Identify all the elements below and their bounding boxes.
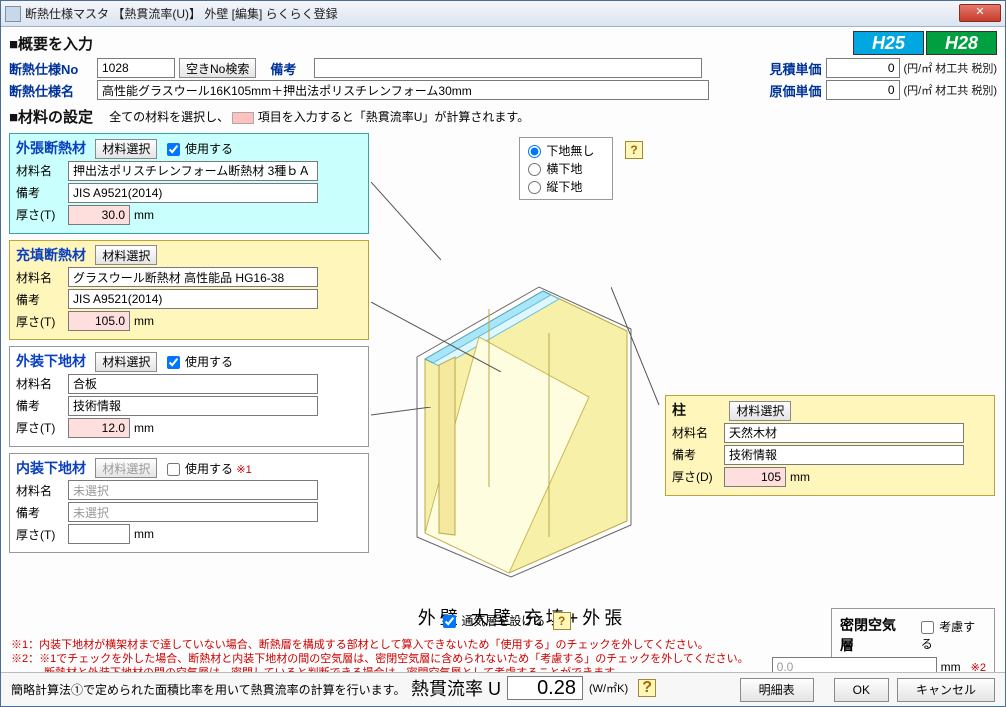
ext-use-checkbox[interactable]: 使用する [167,142,233,156]
pillar-name-input[interactable] [724,423,964,443]
spec-name-label: 断熱仕様名 [9,81,93,100]
radio-horiz[interactable]: 横下地 [528,160,604,177]
overview-heading: ■概要を入力 [9,33,997,54]
fill-remark-input[interactable] [68,289,318,309]
airseal-title: 密閉空気層 [840,615,909,655]
radio-vert[interactable]: 縦下地 [528,178,604,195]
pillar-panel: 柱 材料選択 材料名 備考 厚さ(D) mm [665,395,995,496]
u-unit: (W/㎡K) [589,680,628,696]
calc-note: 簡略計算法①で定められた面積比率を用いて熱貫流率の計算を行います。 [11,681,405,698]
u-value: 0.28 [507,676,583,700]
price-unit: (円/㎡ 材工共 税別) [904,60,998,76]
ventilation-row: 通気層を設ける ? [443,612,571,630]
fill-thick-input[interactable] [68,311,130,331]
spec-no-label: 断熱仕様No [9,59,93,78]
materials-hint: 全ての材料を選択し、 項目を入力すると「熱貫流率U」が計算されます。 [109,108,529,125]
pillar-material-select-button[interactable]: 材料選択 [729,401,791,421]
fill-title: 充填断熱材 [16,245,86,265]
extbase-title: 外装下地材 [16,351,86,371]
pillar-remark-input[interactable] [724,445,964,465]
remarks-input[interactable] [314,58,702,78]
intbase-material-select-button: 材料選択 [95,458,157,478]
intbase-use-checkbox[interactable]: 使用する ※1 [167,462,252,476]
spec-no-input[interactable] [97,58,175,78]
u-label: 熱貫流率 U [411,675,501,701]
pillar-title: 柱 [672,400,686,420]
vent-checkbox[interactable]: 通気層を設ける [443,614,545,628]
pillar-panel-wrap: 柱 材料選択 材料名 備考 厚さ(D) mm [665,389,995,502]
intbase-title: 内装下地材 [16,458,86,478]
est-price-label: 見積単価 [769,59,821,78]
close-button[interactable]: ✕ [959,4,1001,22]
extbase-material-select-button[interactable]: 材料選択 [95,352,157,372]
window-title: 断熱仕様マスタ 【熱貫流率(U)】 外壁 [編集] らくらく登録 [25,5,338,22]
app-icon [5,6,21,22]
intbase-remark-input [68,502,318,522]
external-insulation-panel: 外張断熱材 材料選択 使用する 材料名 備考 厚さ(T) mm [9,133,369,234]
help-icon[interactable]: ? [553,612,571,630]
title-bar: 断熱仕様マスタ 【熱貫流率(U)】 外壁 [編集] らくらく登録 ✕ [1,1,1005,27]
content-area: ■概要を入力 断熱仕様No 空きNo検索 備考 見積単価 (円/㎡ 材工共 税別… [1,27,1005,706]
ext-remark-input[interactable] [68,183,318,203]
pillar-thick-input[interactable] [724,467,786,487]
footer-bar: 簡略計算法①で定められた面積比率を用いて熱貫流率の計算を行います。 熱貫流率 U… [1,672,1005,706]
airseal-consider-checkbox[interactable]: 考慮する [921,618,986,652]
fill-insulation-panel: 充填断熱材 材料選択 材料名 備考 厚さ(T) mm [9,240,369,341]
spec-no-row: 断熱仕様No 空きNo検索 備考 見積単価 (円/㎡ 材工共 税別) [9,58,997,78]
empty-no-search-button[interactable]: 空きNo検索 [179,58,256,78]
materials-heading: ■材料の設定 [9,106,93,127]
intbase-name-input [68,480,318,500]
base-orientation-radio-group: 下地無し 横下地 縦下地 [519,137,613,200]
cost-price-label: 原価単価 [769,81,821,100]
est-price-input[interactable] [826,58,900,78]
fill-material-select-button[interactable]: 材料選択 [95,245,157,265]
interior-base-panel: 内装下地材 材料選択 使用する ※1 材料名 備考 厚さ(T) mm [9,453,369,554]
pink-swatch-icon [232,112,254,124]
remarks-label: 備考 [270,59,310,78]
fill-name-input[interactable] [68,267,318,287]
help-icon[interactable]: ? [638,679,656,697]
help-icon[interactable]: ? [625,141,643,159]
ok-button[interactable]: OK [834,678,889,702]
ext-material-select-button[interactable]: 材料選択 [95,139,157,159]
ext-thick-input[interactable] [68,205,130,225]
wall-section-diagram: 外壁 大壁 充填+外張 [399,257,645,597]
spec-name-row: 断熱仕様名 原価単価 (円/㎡ 材工共 税別) [9,80,997,100]
intbase-thick-input [68,524,130,544]
materials-heading-row: ■材料の設定 全ての材料を選択し、 項目を入力すると「熱貫流率U」が計算されます… [9,106,997,127]
detail-button[interactable]: 明細表 [740,678,814,702]
u-value-row: 熱貫流率 U 0.28 (W/㎡K) ? [411,675,656,701]
radio-none[interactable]: 下地無し [528,142,604,159]
spec-name-input[interactable] [97,80,709,100]
exterior-base-panel: 外装下地材 材料選択 使用する 材料名 備考 厚さ(T) mm [9,346,369,447]
ext-name-input[interactable] [68,161,318,181]
extbase-use-checkbox[interactable]: 使用する [167,355,233,369]
cancel-button[interactable]: キャンセル [897,678,995,702]
extbase-remark-input[interactable] [68,396,318,416]
dialog-window: 断熱仕様マスタ 【熱貫流率(U)】 外壁 [編集] らくらく登録 ✕ H25 H… [0,0,1006,707]
ext-title: 外張断熱材 [16,138,86,158]
price-unit-2: (円/㎡ 材工共 税別) [904,82,998,98]
cost-price-input[interactable] [826,80,900,100]
extbase-name-input[interactable] [68,374,318,394]
extbase-thick-input[interactable] [68,418,130,438]
